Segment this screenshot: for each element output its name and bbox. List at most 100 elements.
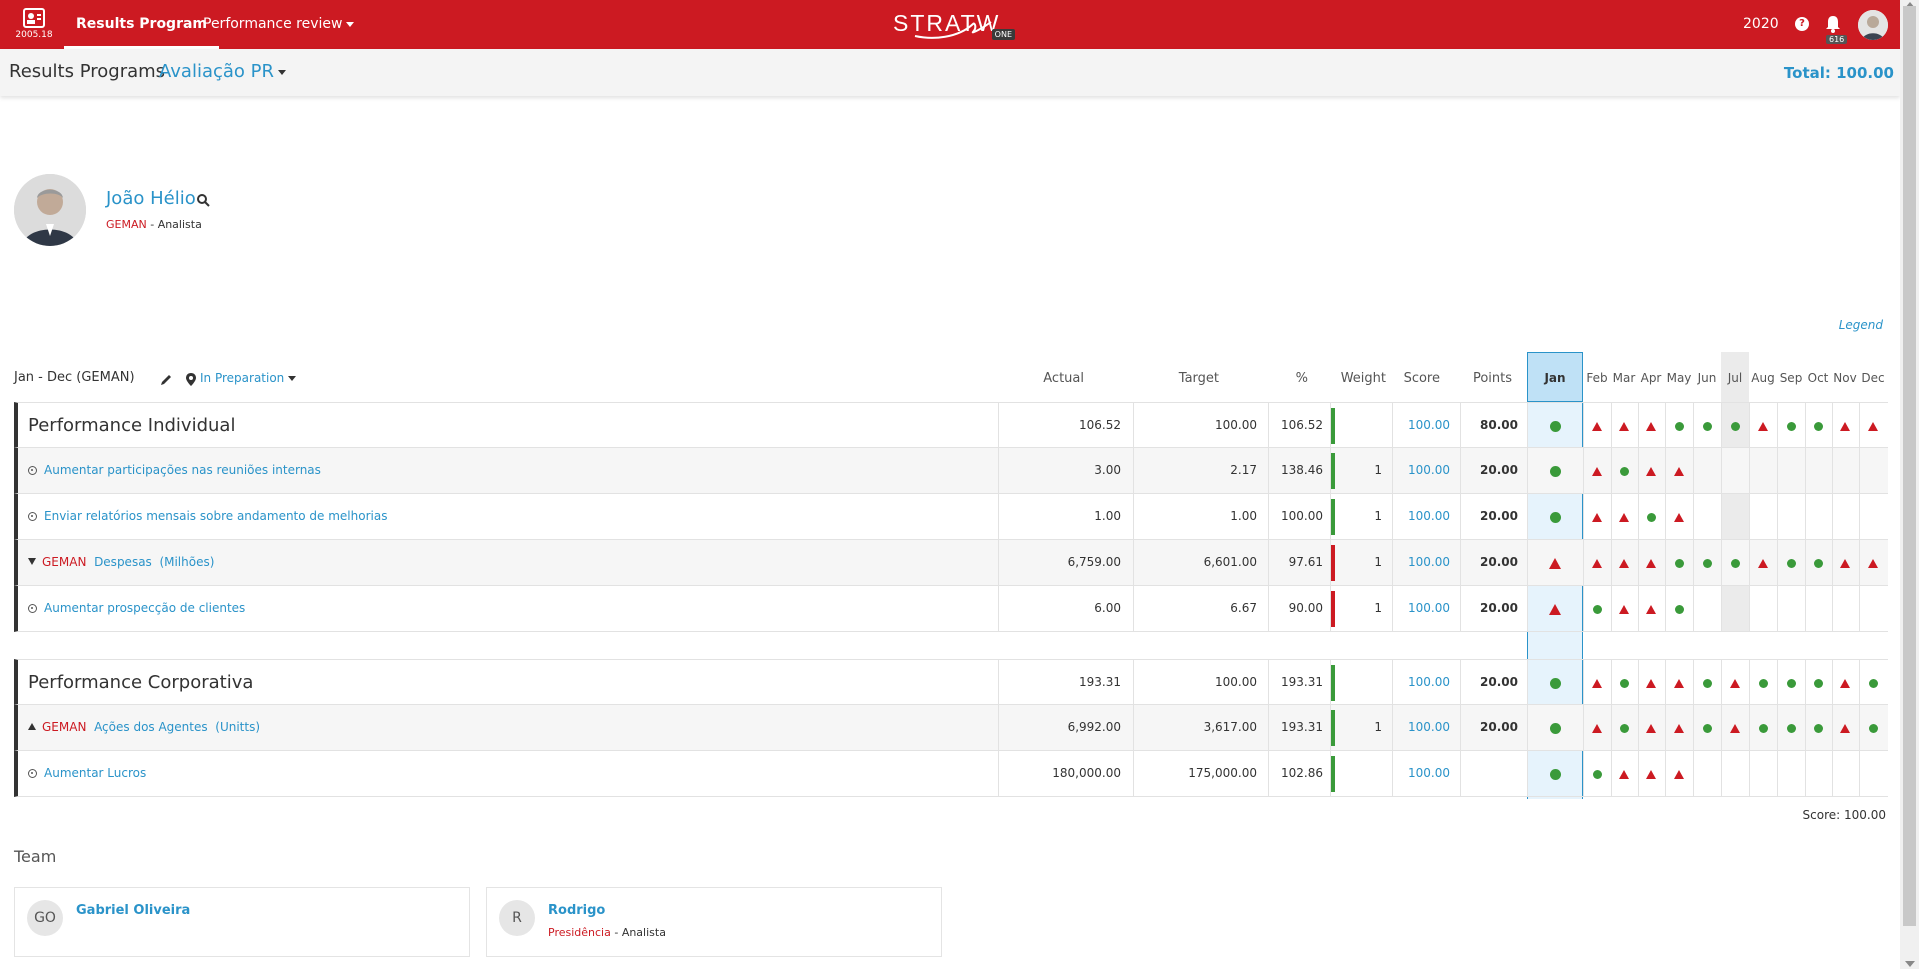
month-header-aug[interactable]: Aug — [1749, 371, 1777, 385]
on-target-dot-icon[interactable] — [1813, 558, 1823, 568]
team-member-card[interactable]: GO Gabriel Oliveira — [14, 887, 470, 957]
month-header-jul[interactable]: Jul — [1721, 371, 1749, 385]
team-member-name[interactable]: Rodrigo — [548, 903, 605, 918]
below-target-triangle-icon[interactable] — [1646, 723, 1656, 733]
on-target-dot-icon[interactable] — [1592, 769, 1602, 779]
on-target-dot-icon[interactable] — [1730, 558, 1740, 568]
scrollbar-thumb[interactable] — [1903, 6, 1916, 926]
search-icon[interactable] — [196, 193, 210, 207]
below-target-triangle-icon[interactable] — [1674, 678, 1684, 688]
on-target-dot-icon[interactable] — [1549, 722, 1561, 734]
below-target-triangle-icon[interactable] — [1592, 512, 1602, 522]
on-target-dot-icon[interactable] — [1619, 678, 1629, 688]
scroll-down-arrow-icon[interactable] — [1905, 961, 1915, 967]
expand-toggle-icon[interactable] — [28, 558, 36, 565]
month-header-apr[interactable]: Apr — [1637, 371, 1665, 385]
below-target-triangle-icon[interactable] — [1840, 558, 1850, 568]
below-target-triangle-icon[interactable] — [1840, 421, 1850, 431]
cell-score[interactable]: 100.00 — [1408, 403, 1450, 448]
on-target-dot-icon[interactable] — [1549, 420, 1561, 432]
below-target-triangle-icon[interactable] — [1646, 466, 1656, 476]
on-target-dot-icon[interactable] — [1646, 512, 1656, 522]
user-avatar[interactable] — [1858, 10, 1888, 40]
on-target-dot-icon[interactable] — [1786, 678, 1796, 688]
month-header-may[interactable]: May — [1665, 371, 1693, 385]
below-target-triangle-icon[interactable] — [1646, 769, 1656, 779]
on-target-dot-icon[interactable] — [1674, 558, 1684, 568]
indicator-link[interactable]: GEMAN Despesas (Milhões) — [28, 540, 214, 585]
on-target-dot-icon[interactable] — [1702, 723, 1712, 733]
month-header-mar[interactable]: Mar — [1610, 371, 1638, 385]
month-header-oct[interactable]: Oct — [1804, 371, 1832, 385]
month-header-dec[interactable]: Dec — [1859, 371, 1887, 385]
on-target-dot-icon[interactable] — [1868, 723, 1878, 733]
on-target-dot-icon[interactable] — [1758, 678, 1768, 688]
notification-bell-icon[interactable] — [1824, 14, 1842, 34]
year-selector[interactable]: 2020 — [1743, 0, 1779, 49]
on-target-dot-icon[interactable] — [1813, 678, 1823, 688]
below-target-triangle-icon[interactable] — [1619, 512, 1629, 522]
cell-score[interactable]: 100.00 — [1408, 751, 1450, 796]
program-dropdown[interactable]: Avaliação PR — [159, 61, 286, 82]
below-target-triangle-icon[interactable] — [1674, 723, 1684, 733]
on-target-dot-icon[interactable] — [1549, 465, 1561, 477]
below-target-triangle-icon[interactable] — [1758, 421, 1768, 431]
below-target-triangle-icon[interactable] — [1592, 466, 1602, 476]
on-target-dot-icon[interactable] — [1702, 421, 1712, 431]
indicator-link[interactable]: GEMAN Ações dos Agentes (Unitts) — [28, 705, 260, 750]
team-member-card[interactable]: R Rodrigo Presidência - Analista — [486, 887, 942, 957]
below-target-triangle-icon[interactable] — [1592, 558, 1602, 568]
on-target-dot-icon[interactable] — [1786, 558, 1796, 568]
below-target-triangle-icon[interactable] — [1868, 558, 1878, 568]
cell-score[interactable]: 100.00 — [1408, 540, 1450, 585]
objective-link[interactable]: Aumentar Lucros — [28, 751, 146, 796]
on-target-dot-icon[interactable] — [1813, 723, 1823, 733]
on-target-dot-icon[interactable] — [1813, 421, 1823, 431]
cell-score[interactable]: 100.00 — [1408, 705, 1450, 750]
below-target-triangle-icon[interactable] — [1592, 723, 1602, 733]
below-target-triangle-icon[interactable] — [1646, 604, 1656, 614]
below-target-triangle-icon[interactable] — [1674, 466, 1684, 476]
on-target-dot-icon[interactable] — [1549, 511, 1561, 523]
below-target-triangle-icon[interactable] — [1646, 558, 1656, 568]
below-target-triangle-icon[interactable] — [1840, 723, 1850, 733]
cell-score[interactable]: 100.00 — [1408, 586, 1450, 631]
on-target-dot-icon[interactable] — [1592, 604, 1602, 614]
below-target-triangle-icon[interactable] — [1840, 678, 1850, 688]
month-header-feb[interactable]: Feb — [1583, 371, 1611, 385]
employee-name-link[interactable]: João Hélio — [106, 188, 196, 209]
app-menu-button[interactable]: 2005.18 — [12, 6, 56, 44]
on-target-dot-icon[interactable] — [1619, 466, 1629, 476]
vertical-scrollbar[interactable] — [1900, 0, 1919, 969]
nav-results-program[interactable]: Results Program — [64, 0, 220, 49]
below-target-triangle-icon[interactable] — [1868, 421, 1878, 431]
team-member-name[interactable]: Gabriel Oliveira — [76, 903, 190, 918]
below-target-triangle-icon[interactable] — [1758, 558, 1768, 568]
cell-score[interactable]: 100.00 — [1408, 448, 1450, 493]
below-target-triangle-icon[interactable] — [1549, 603, 1561, 615]
month-header-jun[interactable]: Jun — [1693, 371, 1721, 385]
cell-score[interactable]: 100.00 — [1408, 494, 1450, 539]
on-target-dot-icon[interactable] — [1702, 678, 1712, 688]
below-target-triangle-icon[interactable] — [1674, 769, 1684, 779]
month-header-nov[interactable]: Nov — [1831, 371, 1859, 385]
below-target-triangle-icon[interactable] — [1730, 723, 1740, 733]
on-target-dot-icon[interactable] — [1730, 421, 1740, 431]
on-target-dot-icon[interactable] — [1868, 678, 1878, 688]
on-target-dot-icon[interactable] — [1619, 723, 1629, 733]
below-target-triangle-icon[interactable] — [1619, 769, 1629, 779]
below-target-triangle-icon[interactable] — [1646, 421, 1656, 431]
objective-link[interactable]: Aumentar prospecção de clientes — [28, 586, 245, 631]
month-header-jan[interactable]: Jan — [1541, 371, 1569, 385]
on-target-dot-icon[interactable] — [1674, 421, 1684, 431]
cell-score[interactable]: 100.00 — [1408, 660, 1450, 705]
legend-link[interactable]: Legend — [1839, 318, 1883, 332]
expand-toggle-icon[interactable] — [28, 723, 36, 730]
objective-link[interactable]: Aumentar participações nas reuniões inte… — [28, 448, 321, 493]
month-header-sep[interactable]: Sep — [1777, 371, 1805, 385]
nav-performance-review[interactable]: Performance review — [203, 0, 355, 49]
objective-link[interactable]: Enviar relatórios mensais sobre andament… — [28, 494, 387, 539]
stratws-logo[interactable]: STRATW ONE — [893, 8, 1015, 40]
on-target-dot-icon[interactable] — [1702, 558, 1712, 568]
on-target-dot-icon[interactable] — [1786, 421, 1796, 431]
